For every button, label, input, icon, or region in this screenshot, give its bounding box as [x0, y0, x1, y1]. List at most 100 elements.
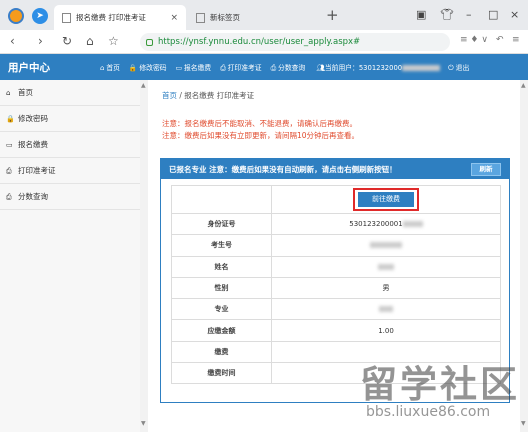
row-label: 考生号 [171, 234, 272, 257]
browser-logo-icon[interactable] [8, 8, 24, 24]
scroll-up-icon[interactable]: ▲ [521, 82, 526, 89]
sidebar: ⌂ 首页 🔒 修改密码 ▭ 报名缴费 ⎙ 打印准考证 ⎙ 分数查询 [0, 80, 148, 432]
home-icon: ⌂ [100, 64, 105, 72]
maximize-icon[interactable]: □ [488, 8, 498, 21]
watermark-url: bbs.liuxue86.com [366, 404, 491, 420]
print-icon: ⎙ [220, 63, 226, 72]
notice-update: 注意：缴费后如果没有立即更新，请间隔10分钟后再查看。 [162, 131, 360, 140]
star-icon[interactable]: ☆ [108, 34, 119, 48]
lock-icon: 🔒 [6, 115, 15, 123]
tab-inactive[interactable]: 新标签页 [188, 5, 318, 30]
table-row: 前往缴费 [171, 185, 501, 214]
lock-icon: 🔒 [128, 64, 138, 72]
table-row: 身份证号 530123200001 [171, 212, 501, 236]
lock-icon [146, 38, 153, 46]
row-label: 缴费 [171, 340, 272, 364]
sidebar-item-apply-pay[interactable]: ▭ 报名缴费 [0, 132, 147, 158]
scroll-down-icon[interactable]: ▼ [141, 420, 146, 427]
panel-title: 已报名专业 注意：缴费后如果没有自动刷新，请点击右侧刷新按钮！ [169, 164, 397, 174]
topnav-score-query[interactable]: ⎙ 分数查询 [271, 62, 306, 73]
power-icon: ⏻ [448, 63, 456, 72]
go-pay-button[interactable]: 前往缴费 [358, 192, 414, 207]
table-row: 姓名 [171, 255, 501, 278]
topnav-home[interactable]: ⌂ 首页 [100, 62, 120, 72]
current-user: 👥︎当前用户：5301232000 [316, 62, 441, 72]
print-icon: ⎙ [270, 63, 277, 72]
table-row: 应缴金额 1.00 [171, 319, 501, 342]
tab-title: 报名缴费 打印准考证 [76, 13, 146, 22]
print-icon: ⎙ [6, 167, 12, 175]
browser-tab-bar: ➤ 报名缴费 打印准考证 × 新标签页 + ▣ 👕︎ – □ × [0, 0, 528, 30]
close-tab-icon[interactable]: × [170, 13, 178, 23]
watermark: 留学社区 bbs.liuxue86.com [352, 352, 522, 430]
sidebar-scrollbar[interactable]: ▲ ▼ [140, 80, 148, 432]
sidebar-item-home[interactable]: ⌂ 首页 [0, 80, 147, 106]
pay-button-highlight: 前往缴费 [353, 188, 419, 211]
breadcrumb-current: / 报名缴费 打印准考证 [177, 91, 255, 100]
site-title: 用户中心 [8, 61, 50, 74]
tab-list-icon[interactable]: ▣ [416, 8, 426, 21]
card-icon: ▭ [6, 141, 13, 149]
breadcrumb: 首页 / 报名缴费 打印准考证 [162, 90, 254, 101]
row-label: 性别 [171, 276, 272, 300]
redacted-value [378, 263, 394, 270]
table-row: 考生号 [171, 234, 501, 257]
home-icon[interactable]: ⌂ [86, 34, 94, 48]
row-label: 缴费时间 [171, 362, 272, 385]
redacted-value [402, 65, 441, 71]
row-label: 身份证号 [171, 212, 272, 236]
sidebar-item-print-ticket[interactable]: ⎙ 打印准考证 [0, 158, 147, 184]
row-value [271, 234, 501, 257]
page-icon [62, 12, 71, 23]
row-label: 专业 [171, 298, 272, 321]
forward-icon[interactable]: › [38, 34, 43, 48]
new-tab-button[interactable]: + [326, 6, 339, 24]
row-label: 应缴金额 [171, 319, 272, 342]
print-icon: ⎙ [6, 193, 12, 201]
redacted-value [402, 221, 423, 228]
topnav-apply-pay[interactable]: ▭ 报名缴费 [176, 62, 212, 72]
page-icon [196, 12, 205, 23]
table-cell: 前往缴费 [271, 185, 501, 214]
scroll-up-icon[interactable]: ▲ [141, 82, 146, 89]
topnav-print-ticket[interactable]: ⎙ 打印准考证 [220, 62, 261, 73]
redacted-value [370, 242, 402, 249]
shirt-icon[interactable]: 👕︎ [440, 8, 454, 21]
topnav-change-password[interactable]: 🔒 修改密码 [129, 62, 167, 72]
table-cell [171, 185, 272, 214]
row-value [271, 255, 501, 278]
table-row: 性别 男 [171, 276, 501, 300]
redacted-value [379, 306, 393, 313]
row-value: 男 [271, 276, 501, 300]
site-header: 用户中心 ⌂ 首页 🔒 修改密码 ▭ 报名缴费 ⎙ 打印准考证 ⎙ 分数查询 👥︎当前用户… [0, 54, 528, 80]
undo-icon[interactable]: ↶ [496, 35, 504, 45]
url-text: https://ynsf.ynnu.edu.cn/user/user_apply… [158, 37, 361, 47]
back-icon[interactable]: ‹ [10, 34, 15, 48]
tab-title: 新标签页 [210, 13, 240, 22]
extension-icon[interactable]: ≡ ♦ ∨ [460, 35, 488, 45]
sidebar-item-score-query[interactable]: ⎙ 分数查询 [0, 184, 147, 210]
reload-icon[interactable]: ↻ [62, 34, 72, 48]
card-icon: ▭ [175, 64, 182, 72]
url-field[interactable]: https://ynsf.ynnu.edu.cn/user/user_apply… [140, 33, 450, 51]
tab-active[interactable]: 报名缴费 打印准考证 × [54, 5, 186, 30]
row-label: 姓名 [171, 255, 272, 278]
address-bar: ‹ › ↻ ⌂ ☆ https://ynsf.ynnu.edu.cn/user/… [0, 30, 528, 54]
users-icon: 👥︎ [316, 64, 325, 72]
row-value: 530123200001 [271, 212, 501, 236]
row-value [271, 298, 501, 321]
minimize-icon[interactable]: – [466, 8, 472, 21]
row-value: 1.00 [271, 319, 501, 342]
panel-header: 已报名专业 注意：缴费后如果没有自动刷新，请点击右侧刷新按钮！ 刷新 [161, 159, 509, 179]
table-row: 专业 [171, 298, 501, 321]
notice-refund: 注意：报名缴费后不能取消、不能退费，请确认后再缴费。 [162, 119, 357, 128]
logout-link[interactable]: ⏻ 退出 [448, 62, 469, 73]
top-nav: ⌂ 首页 🔒 修改密码 ▭ 报名缴费 ⎙ 打印准考证 ⎙ 分数查询 👥︎当前用户：5301… [100, 62, 469, 73]
home-icon: ⌂ [6, 89, 11, 97]
breadcrumb-home-link[interactable]: 首页 [162, 91, 177, 100]
refresh-button[interactable]: 刷新 [471, 163, 501, 176]
close-window-icon[interactable]: × [510, 8, 519, 21]
menu-icon[interactable]: ≡ [512, 35, 520, 45]
navigation-icon[interactable]: ➤ [32, 8, 48, 24]
sidebar-item-change-password[interactable]: 🔒 修改密码 [0, 106, 147, 132]
